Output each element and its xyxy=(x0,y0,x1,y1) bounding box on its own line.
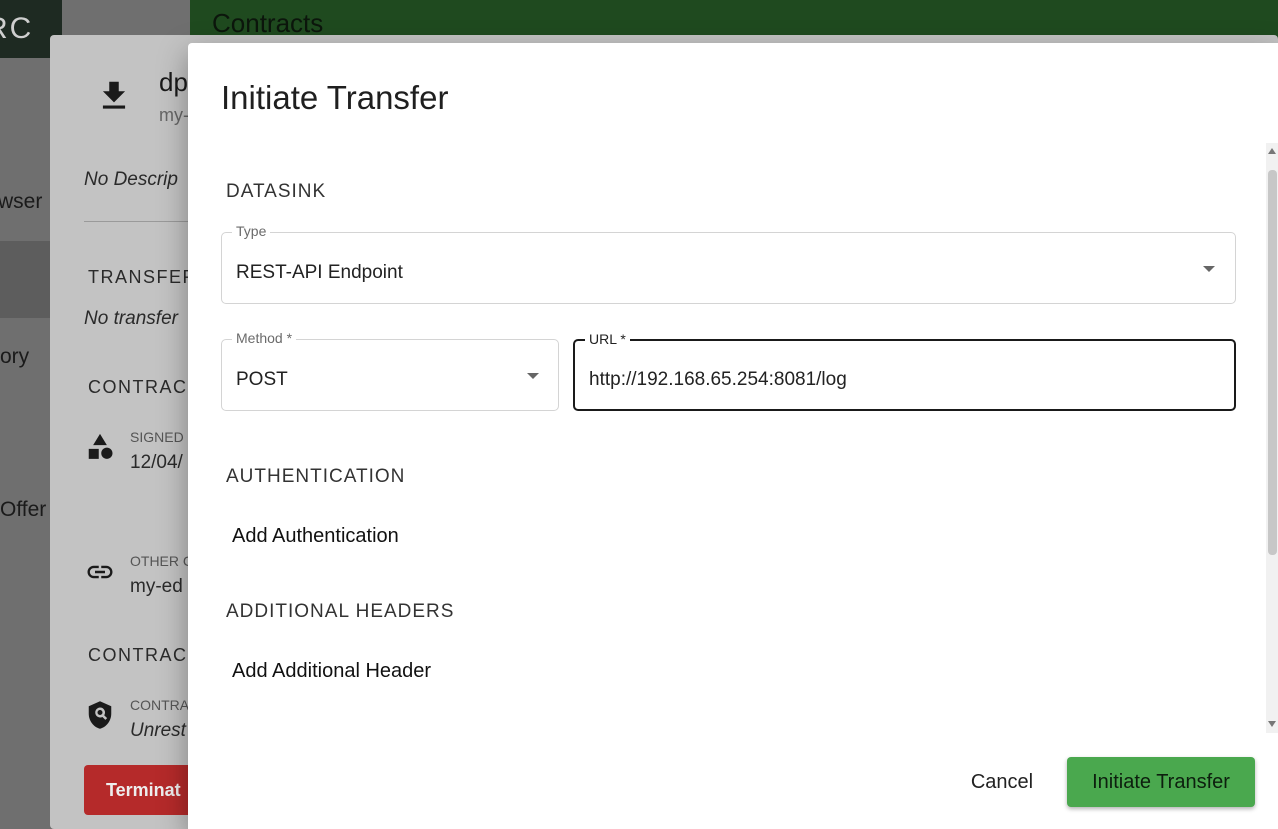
type-label: Type xyxy=(232,223,271,239)
chevron-down-icon xyxy=(527,373,539,379)
add-authentication-button[interactable]: Add Authentication xyxy=(232,525,399,548)
authentication-section-label: AUTHENTICATION xyxy=(226,466,406,487)
url-label: URL * xyxy=(585,331,630,347)
initiate-transfer-dialog: Initiate Transfer DATASINK Type REST-API… xyxy=(188,43,1278,829)
url-value: http://192.168.65.254:8081/log xyxy=(589,369,847,390)
datasink-section-label: DATASINK xyxy=(226,181,327,202)
divider xyxy=(84,221,194,222)
url-input[interactable]: URL * http://192.168.65.254:8081/log xyxy=(573,331,1236,411)
cancel-button[interactable]: Cancel xyxy=(950,761,1054,803)
contract-policy-heading: CONTRAC xyxy=(88,645,188,665)
dialog-title: Initiate Transfer xyxy=(221,79,449,116)
scroll-down-icon[interactable] xyxy=(1268,721,1276,727)
nav-item-offer[interactable]: Offer xyxy=(0,498,46,522)
method-label: Method * xyxy=(232,330,297,346)
detail-subtitle: my- xyxy=(159,105,189,125)
transfer-section-heading: TRANSFER xyxy=(88,267,198,287)
signed-value: 12/04/ xyxy=(130,452,183,473)
add-additional-header-button[interactable]: Add Additional Header xyxy=(232,660,431,683)
contract-section-heading: CONTRAC xyxy=(88,377,188,397)
chevron-down-icon xyxy=(1203,266,1215,272)
scroll-up-icon[interactable] xyxy=(1268,148,1276,154)
signed-label: SIGNED xyxy=(130,429,184,445)
shapes-icon xyxy=(88,433,113,459)
transfer-empty-text: No transfer xyxy=(84,308,178,329)
nav-item-history[interactable]: ory xyxy=(0,345,29,369)
detail-title: dp xyxy=(159,67,188,97)
policy-label: CONTRA xyxy=(130,697,190,713)
download-icon xyxy=(102,81,126,109)
link-icon xyxy=(87,565,113,579)
initiate-transfer-button[interactable]: Initiate Transfer xyxy=(1067,757,1255,807)
type-select[interactable]: Type REST-API Endpoint xyxy=(221,223,1236,304)
scrollbar-thumb[interactable] xyxy=(1268,170,1277,555)
other-connector-label: OTHER C xyxy=(130,553,193,569)
method-value: POST xyxy=(236,369,288,390)
type-value: REST-API Endpoint xyxy=(236,262,403,283)
policy-shield-icon xyxy=(88,701,112,729)
additional-headers-section-label: ADDITIONAL HEADERS xyxy=(226,601,455,622)
method-select[interactable]: Method * POST xyxy=(221,330,559,411)
terminate-button[interactable]: Terminat xyxy=(84,765,204,815)
detail-description: No Descrip xyxy=(84,169,178,190)
nav-item-browser[interactable]: wser xyxy=(0,190,42,214)
other-connector-value: my-ed xyxy=(130,576,183,597)
policy-value: Unrest xyxy=(130,720,186,741)
